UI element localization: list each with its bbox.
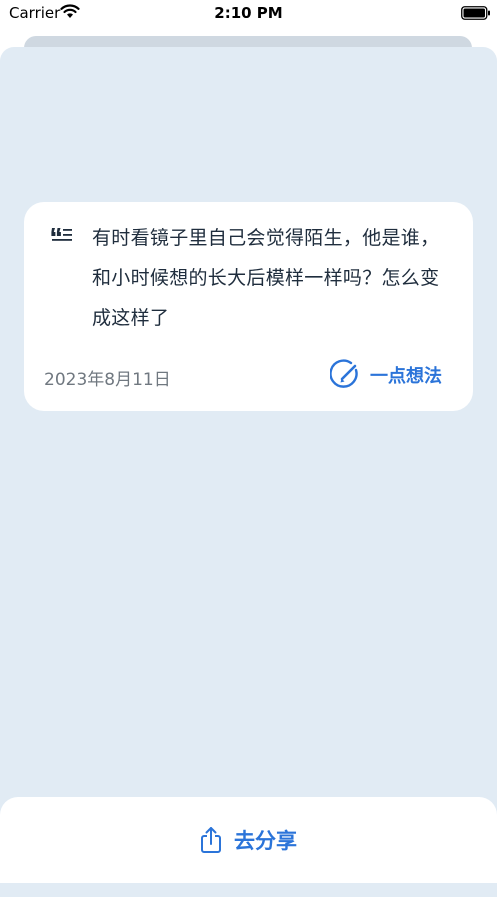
battery-icon	[461, 5, 491, 24]
quote-text: 有时看镜子里自己会觉得陌生，他是谁，和小时候想的长大后模样一样吗？怎么变成这样了	[92, 227, 440, 329]
add-thought-label: 一点想法	[370, 366, 442, 387]
card-date: 2023年8月11日	[44, 370, 171, 390]
status-time: 2:10 PM	[214, 4, 283, 22]
pen-circle-icon	[330, 359, 358, 388]
share-button[interactable]: 去分享	[0, 797, 497, 883]
add-thought-button[interactable]: 一点想法	[330, 359, 442, 391]
status-bar: Carrier 2:10 PM	[0, 0, 497, 28]
bottom-bar: 去分享	[0, 797, 497, 883]
modal-sheet: 有时看镜子里自己会觉得陌生，他是谁，和小时候想的长大后模样一样吗？怎么变成这样了…	[0, 47, 497, 897]
quote-icon	[51, 226, 73, 248]
share-label: 去分享	[234, 829, 297, 853]
quote-card: 有时看镜子里自己会觉得陌生，他是谁，和小时候想的长大后模样一样吗？怎么变成这样了…	[24, 202, 473, 411]
share-icon	[201, 827, 221, 853]
